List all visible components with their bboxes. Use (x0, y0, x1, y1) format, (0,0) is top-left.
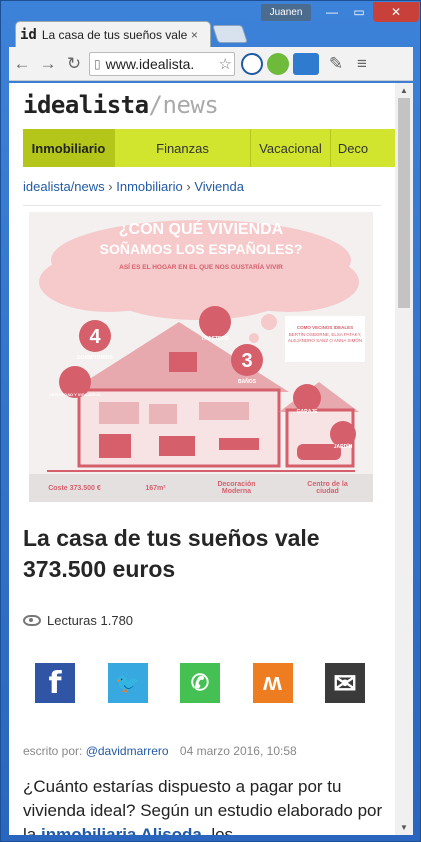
breadcrumb: idealista/news › Inmobiliario › Vivienda (23, 179, 244, 194)
tab-title: La casa de tus sueños vale (41, 27, 187, 42)
neighbors-names: BERTÍN OSBORNE, ELSA PATAKY, ALEJANDRO S… (287, 332, 363, 343)
tab-close-icon[interactable]: × (191, 28, 198, 42)
url-text: www.idealista. (105, 55, 195, 72)
screen-extension-icon[interactable] (293, 52, 319, 75)
meneame-share-button[interactable]: ʍ (252, 663, 293, 703)
page-content: idealista/news Inmobiliario Finanzas Vac… (9, 83, 395, 835)
nav-item-inmobiliario[interactable]: Inmobiliario (23, 129, 115, 167)
footer-location: Centro de la ciudad (307, 481, 348, 495)
browser-tab[interactable]: id La casa de tus sueños vale × (15, 21, 211, 47)
dorm-count: 4 (89, 326, 101, 348)
dorm-label: DORMITORIOS (77, 355, 113, 361)
email-share-button[interactable]: ✉ (325, 663, 365, 703)
footer-size: 167m² (145, 484, 166, 492)
body-link[interactable]: inmobiliaria Alisoda (41, 825, 202, 835)
infographic-svg: ¿CON QUÉ VIVIENDA SOÑAMOS LOS ESPAÑOLES?… (29, 219, 373, 502)
article-infographic[interactable]: ¿CON QUÉ VIVIENDA SOÑAMOS LOS ESPAÑOLES?… (29, 212, 373, 502)
nav-item-deco[interactable]: Deco (331, 129, 375, 167)
meneame-icon: ʍ (263, 669, 282, 696)
bookmark-star-icon[interactable]: ☆ (219, 55, 234, 73)
reload-button[interactable]: ↻ (61, 51, 87, 77)
nav-item-finanzas[interactable]: Finanzas (115, 129, 251, 167)
breadcrumb-separator: › (186, 179, 191, 194)
neighbors-title: COMO VECINOS IDEALES (297, 325, 353, 330)
reload-icon: ↻ (66, 53, 82, 73)
site-logo[interactable]: idealista/news (23, 91, 219, 119)
forward-button[interactable]: → (35, 51, 61, 77)
back-button[interactable]: ← (9, 51, 35, 77)
whatsapp-icon: ✆ (190, 670, 210, 695)
facebook-share-button[interactable]: f (35, 663, 75, 703)
footer-cost: Coste 373.500 € (48, 484, 101, 492)
garaje-badge (293, 384, 321, 412)
twitter-share-button[interactable]: 🐦 (107, 663, 148, 703)
main-nav: Inmobiliario Finanzas Vacacional Deco (23, 129, 395, 167)
breadcrumb-separator: › (108, 179, 113, 194)
scroll-down-icon[interactable]: ▼ (400, 823, 408, 832)
neighbors-names-wrap: BERTÍN OSBORNE, ELSA PATAKY, ALEJANDRO S… (287, 332, 363, 343)
author-link[interactable]: @davidmarrero (86, 744, 169, 758)
facebook-icon: f (48, 665, 62, 701)
footer-decor: Decoración Moderna (217, 481, 256, 495)
infographic-headline-2: SOÑAMOS LOS ESPAÑOLES? (100, 240, 303, 257)
minimize-button[interactable]: — (319, 2, 345, 22)
new-tab-button[interactable] (212, 25, 248, 43)
breadcrumb-item[interactable]: idealista/news (23, 179, 105, 194)
byline-prefix: escrito por: (23, 744, 83, 758)
banos-label: BAÑOS (238, 378, 257, 385)
trastero-label: TRASTERO (201, 336, 229, 342)
breadcrumb-item[interactable]: Vivienda (194, 179, 244, 194)
evernote-extension-icon[interactable] (267, 52, 289, 75)
extension-icon[interactable] (241, 52, 263, 75)
eye-icon (23, 615, 41, 626)
whatsapp-share-button[interactable]: ✆ (180, 663, 220, 703)
user-profile-button[interactable]: Juanen (261, 4, 311, 21)
forward-arrow-icon: → (39, 53, 57, 73)
scroll-thumb[interactable] (398, 98, 410, 308)
security-label: SEGURIDAD Y VIGILANCIA (49, 392, 101, 397)
reads-count: 1.780 (100, 613, 134, 628)
close-window-button[interactable]: ✕ (373, 2, 419, 22)
logo-main: idealista (23, 91, 149, 119)
publish-date: 04 marzo 2016, 10:58 (179, 744, 297, 758)
infographic-footer-text-wrap: Coste 373.500 € 167m² Decoración Moderna… (48, 481, 348, 495)
browser-toolbar: ← → ↻ ▯ www.idealista. ☆ ✎ ≡ (9, 47, 413, 81)
share-bar: f 🐦 ✆ ʍ ✉ (35, 663, 365, 703)
trastero-badge (199, 306, 231, 338)
address-bar[interactable]: ▯ www.idealista. ☆ (89, 51, 235, 76)
breadcrumb-item[interactable]: Inmobiliario (116, 179, 182, 194)
infographic-subhead: ASÍ ES EL HOGAR EN EL QUE NOS GUSTARÍA V… (119, 262, 283, 271)
menu-icon[interactable]: ≡ (349, 51, 375, 77)
infographic-headline-1: ¿CON QUÉ VIVIENDA (119, 219, 284, 238)
reads-counter: Lecturas 1.780 (23, 613, 133, 628)
eyedropper-extension-icon[interactable]: ✎ (323, 51, 349, 77)
back-arrow-icon: ← (13, 53, 31, 73)
garaje-label: GARAJE (297, 409, 319, 415)
reads-label: Lecturas (47, 613, 97, 628)
maximize-button[interactable]: ▭ (346, 2, 372, 22)
twitter-icon: 🐦 (115, 672, 140, 695)
jardin-label: JARDÍN (334, 442, 353, 450)
logo-slash: / (148, 91, 163, 119)
email-icon: ✉ (333, 667, 357, 699)
divider (23, 205, 381, 206)
title-bar: id La casa de tus sueños vale × Juanen —… (1, 1, 420, 47)
nav-item-vacacional[interactable]: Vacacional (251, 129, 331, 167)
browser-window: id La casa de tus sueños vale × Juanen —… (0, 0, 421, 842)
vertical-scrollbar[interactable]: ▲ ▼ (395, 83, 413, 835)
logo-news: news (162, 91, 219, 119)
page-icon: ▯ (94, 56, 101, 71)
banos-count: 3 (241, 350, 252, 372)
body-text-2: , los (201, 825, 234, 835)
favicon-icon: id (20, 26, 37, 43)
article-body: ¿Cuánto estarías dispuesto a pagar por t… (23, 775, 385, 835)
byline: escrito por: @davidmarrero 04 marzo 2016… (23, 744, 297, 758)
scroll-up-icon[interactable]: ▲ (400, 86, 408, 95)
article-title: La casa de tus sueños vale 373.500 euros (23, 525, 320, 582)
